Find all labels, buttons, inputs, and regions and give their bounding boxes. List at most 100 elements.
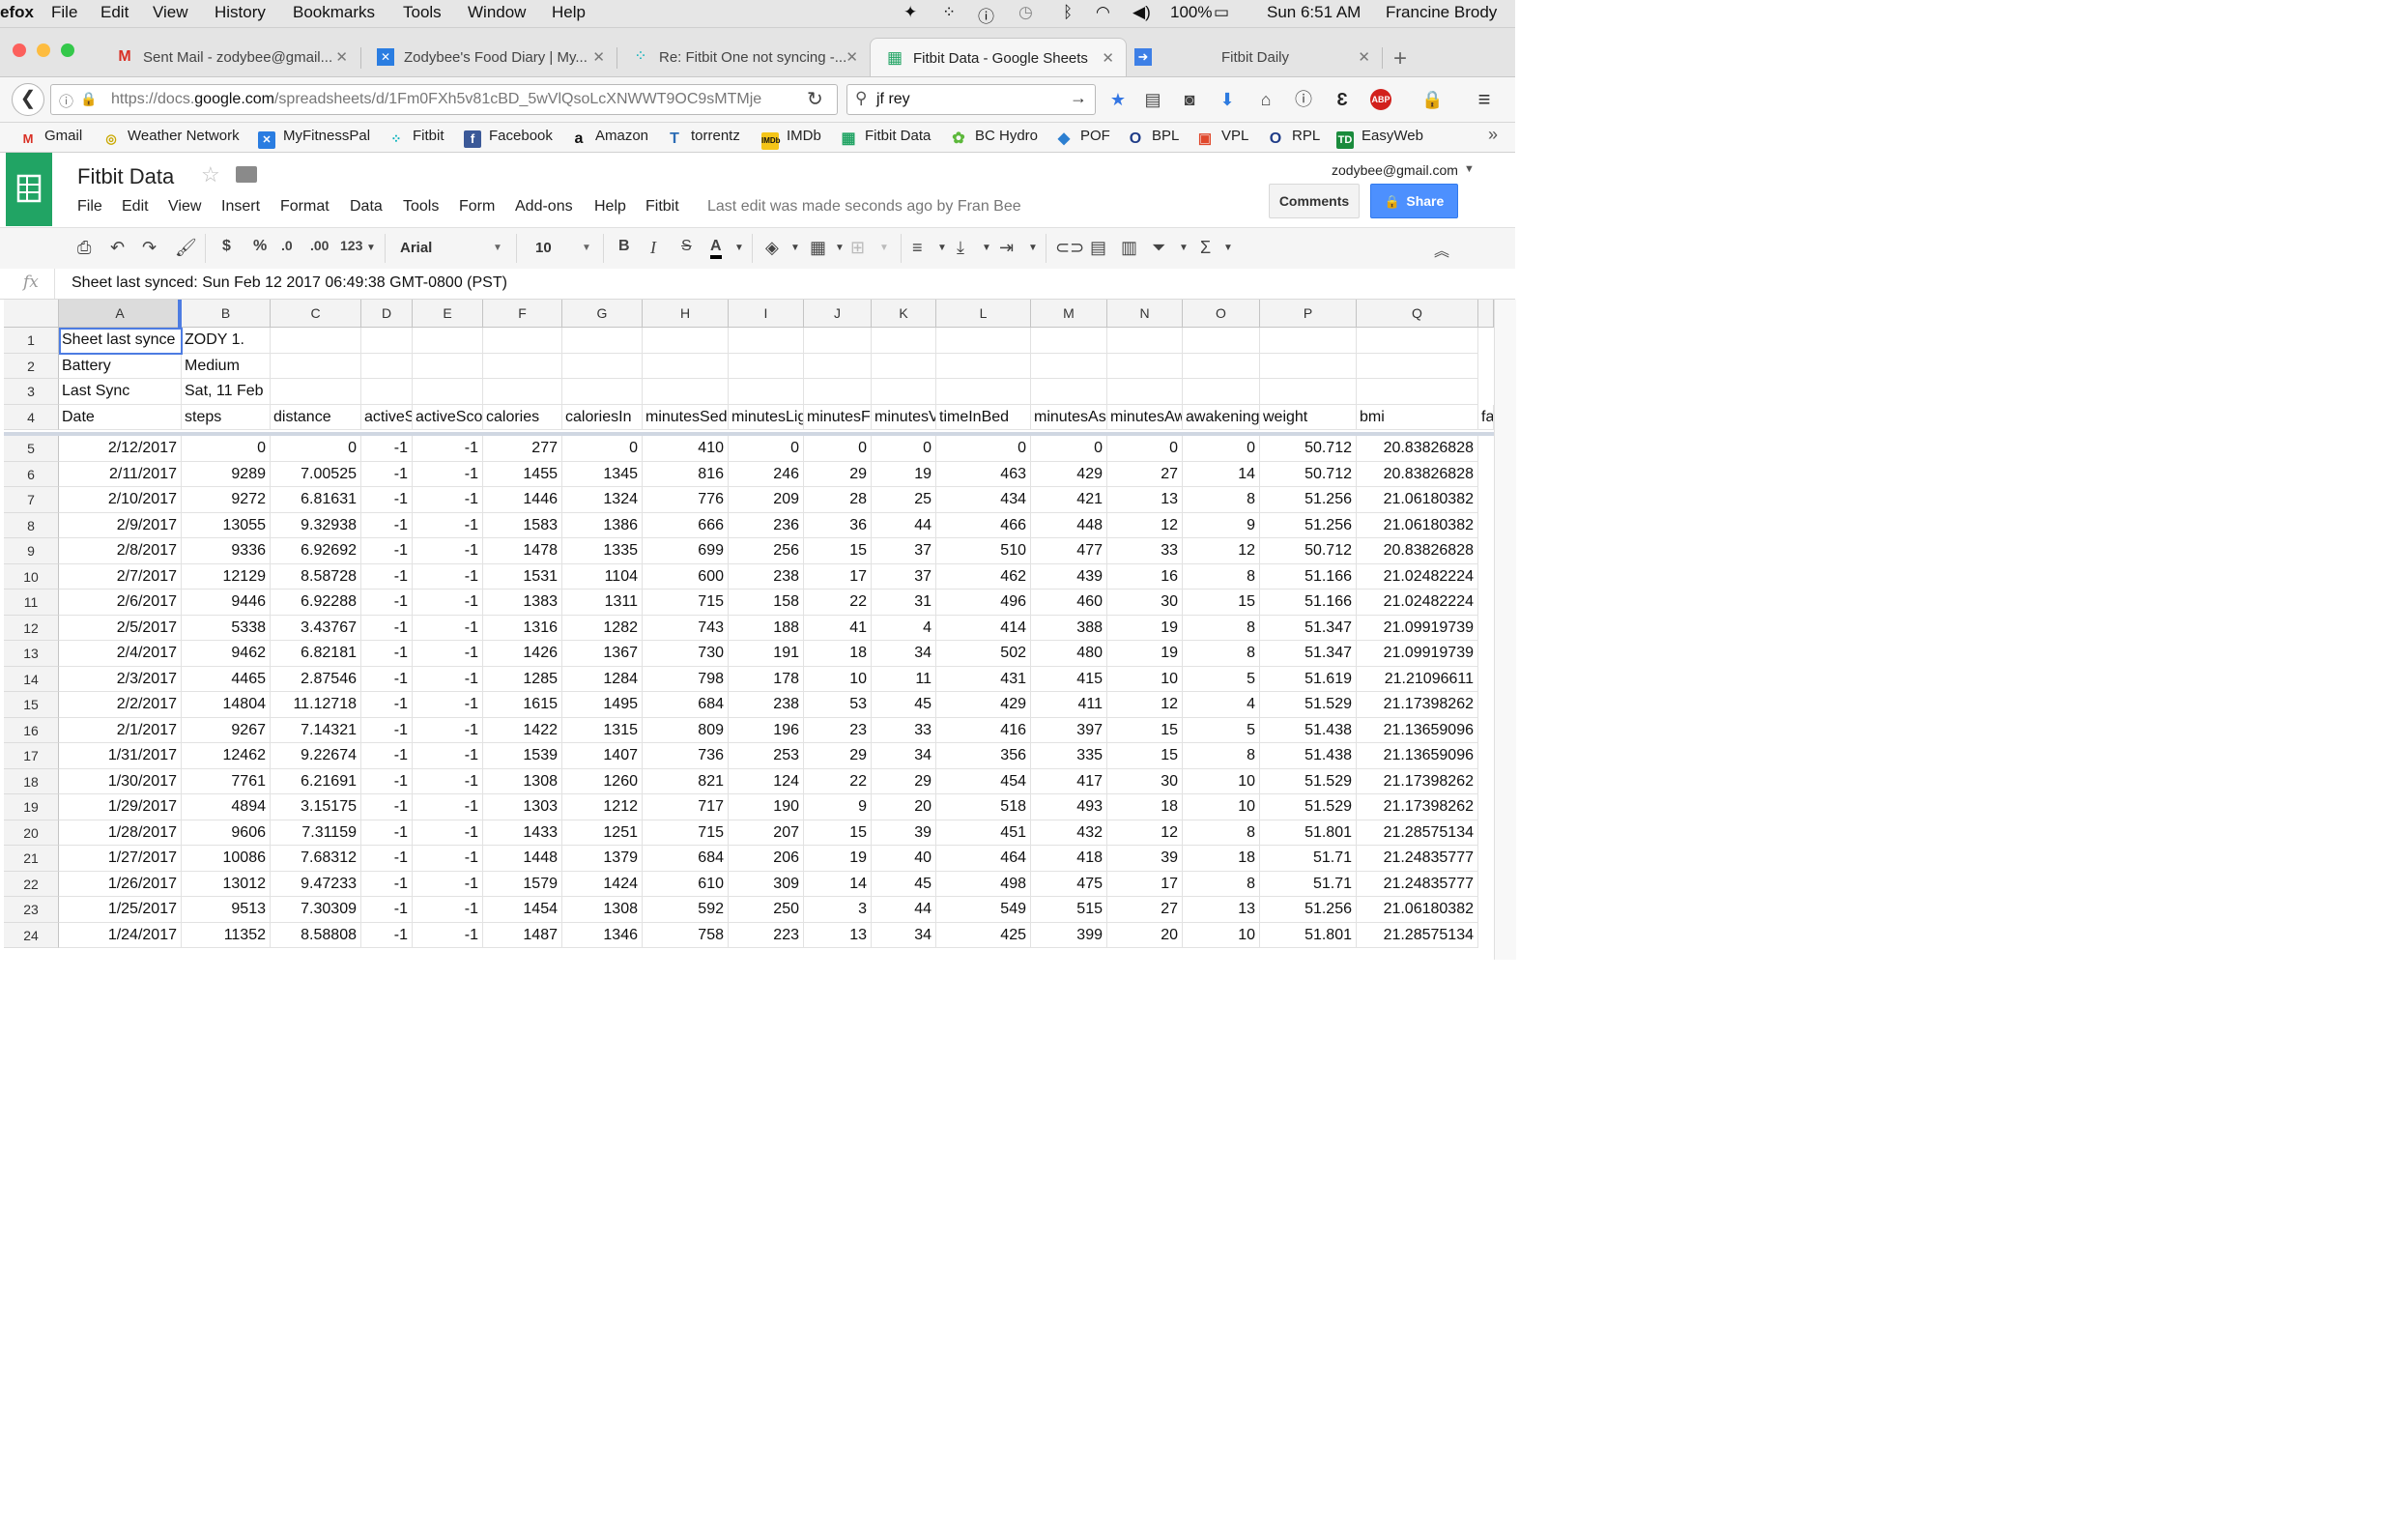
cell[interactable]: 1308 xyxy=(562,897,643,923)
cell[interactable]: 21.09919739 xyxy=(1357,641,1478,667)
cell[interactable]: 10 xyxy=(804,666,872,692)
cell[interactable]: -1 xyxy=(413,538,483,564)
cell[interactable]: 13 xyxy=(804,922,872,948)
cell[interactable]: -1 xyxy=(413,871,483,897)
cell[interactable]: 1454 xyxy=(483,897,562,923)
cell[interactable] xyxy=(729,379,804,405)
cell[interactable]: 17 xyxy=(1107,871,1183,897)
cell[interactable]: 410 xyxy=(643,436,729,462)
cell[interactable]: 592 xyxy=(643,897,729,923)
cell[interactable]: 2/12/2017 xyxy=(59,436,182,462)
cell[interactable]: 246 xyxy=(729,461,804,487)
cell[interactable]: 34 xyxy=(872,922,936,948)
cell[interactable]: 1284 xyxy=(562,666,643,692)
cell[interactable]: 610 xyxy=(643,871,729,897)
bookmark-gmail[interactable]: M Gmail xyxy=(19,128,83,148)
cell[interactable]: 12 xyxy=(1107,692,1183,718)
cell[interactable]: 21.06180382 xyxy=(1357,487,1478,513)
cell[interactable]: 600 xyxy=(643,563,729,590)
cell[interactable]: 51.801 xyxy=(1260,922,1357,948)
undo-icon[interactable]: ↶ xyxy=(110,238,125,258)
menu-help[interactable]: Help xyxy=(552,3,586,22)
cell[interactable]: 8 xyxy=(1183,563,1260,590)
row-header[interactable]: 23 xyxy=(4,897,59,923)
cell[interactable]: 684 xyxy=(643,692,729,718)
close-tab-icon[interactable]: ✕ xyxy=(1102,49,1114,67)
cell[interactable]: 1367 xyxy=(562,641,643,667)
chevron-down-icon[interactable]: ▼ xyxy=(1179,243,1189,253)
bookmark-bpl[interactable]: O BPL xyxy=(1127,128,1180,148)
row-header[interactable]: 17 xyxy=(4,743,59,769)
cell[interactable]: 21.28575134 xyxy=(1357,820,1478,846)
cell[interactable]: -1 xyxy=(413,922,483,948)
cell[interactable]: -1 xyxy=(361,922,413,948)
cell[interactable]: 21.02482224 xyxy=(1357,590,1478,616)
cell[interactable]: 22 xyxy=(804,768,872,794)
bookmark-vpl[interactable]: ▣ VPL xyxy=(1196,128,1248,148)
cell[interactable]: 1579 xyxy=(483,871,562,897)
back-arrow-icon[interactable]: ❮ xyxy=(12,83,44,116)
cell[interactable]: 10 xyxy=(1183,794,1260,820)
cell[interactable]: 464 xyxy=(936,846,1031,872)
cell[interactable]: 10 xyxy=(1107,666,1183,692)
cell[interactable]: 1/27/2017 xyxy=(59,846,182,872)
cell[interactable]: 518 xyxy=(936,794,1031,820)
cell[interactable]: 8 xyxy=(1183,615,1260,641)
cell[interactable]: 8 xyxy=(1183,743,1260,769)
menu-tools[interactable]: Tools xyxy=(403,3,442,22)
cell[interactable]: 190 xyxy=(729,794,804,820)
cell[interactable]: 684 xyxy=(643,846,729,872)
cell[interactable]: 493 xyxy=(1031,794,1107,820)
cell[interactable]: 51.529 xyxy=(1260,794,1357,820)
cell[interactable] xyxy=(1357,379,1478,405)
cell[interactable]: 1426 xyxy=(483,641,562,667)
bookmark-amazon[interactable]: a Amazon xyxy=(570,128,648,148)
cell[interactable]: 758 xyxy=(643,922,729,948)
cell[interactable]: 466 xyxy=(936,512,1031,538)
cell[interactable]: 21.13659096 xyxy=(1357,717,1478,743)
row-header[interactable]: 16 xyxy=(4,717,59,743)
cell[interactable] xyxy=(936,328,1031,354)
row-header[interactable]: 13 xyxy=(4,641,59,667)
chevron-down-icon[interactable]: ▼ xyxy=(366,243,376,253)
cell[interactable]: 19 xyxy=(872,461,936,487)
cell[interactable] xyxy=(1357,328,1478,354)
cell[interactable]: 158 xyxy=(729,590,804,616)
cell[interactable]: 9 xyxy=(1183,512,1260,538)
cell[interactable]: 8 xyxy=(1183,641,1260,667)
last-edit-status[interactable]: Last edit was made seconds ago by Fran B… xyxy=(707,198,1021,216)
cell[interactable]: 388 xyxy=(1031,615,1107,641)
cell[interactable]: 51.529 xyxy=(1260,692,1357,718)
cell[interactable]: 21.17398262 xyxy=(1357,692,1478,718)
column-header-e[interactable]: E xyxy=(413,300,483,328)
redo-icon[interactable]: ↷ xyxy=(142,238,157,258)
cell[interactable]: 21.28575134 xyxy=(1357,922,1478,948)
cell[interactable]: 196 xyxy=(729,717,804,743)
cell[interactable]: 9 xyxy=(804,794,872,820)
cell[interactable] xyxy=(872,328,936,354)
cell[interactable]: 8 xyxy=(1183,487,1260,513)
cell[interactable]: minutesF xyxy=(804,404,872,430)
cell[interactable]: 8 xyxy=(1183,871,1260,897)
row-header[interactable]: 21 xyxy=(4,846,59,872)
cell[interactable]: 2/7/2017 xyxy=(59,563,182,590)
cell[interactable]: 5 xyxy=(1183,666,1260,692)
cell[interactable]: 0 xyxy=(1183,436,1260,462)
cell[interactable]: 9.47233 xyxy=(271,871,361,897)
cell[interactable]: 40 xyxy=(872,846,936,872)
increase-decimal-button[interactable]: .00 xyxy=(310,238,329,253)
cell[interactable]: 417 xyxy=(1031,768,1107,794)
cell[interactable] xyxy=(643,353,729,379)
cell[interactable] xyxy=(483,379,562,405)
cell[interactable]: 515 xyxy=(1031,897,1107,923)
menu-window[interactable]: Window xyxy=(468,3,526,22)
cell[interactable]: 13 xyxy=(1107,487,1183,513)
cell[interactable]: 9.22674 xyxy=(271,743,361,769)
cell[interactable]: 44 xyxy=(872,512,936,538)
cell[interactable]: 27 xyxy=(1107,461,1183,487)
cell[interactable]: 0 xyxy=(1107,436,1183,462)
cell[interactable]: 821 xyxy=(643,768,729,794)
cell[interactable]: 1316 xyxy=(483,615,562,641)
row-header[interactable]: 3 xyxy=(4,379,59,405)
row-header[interactable]: 2 xyxy=(4,353,59,379)
